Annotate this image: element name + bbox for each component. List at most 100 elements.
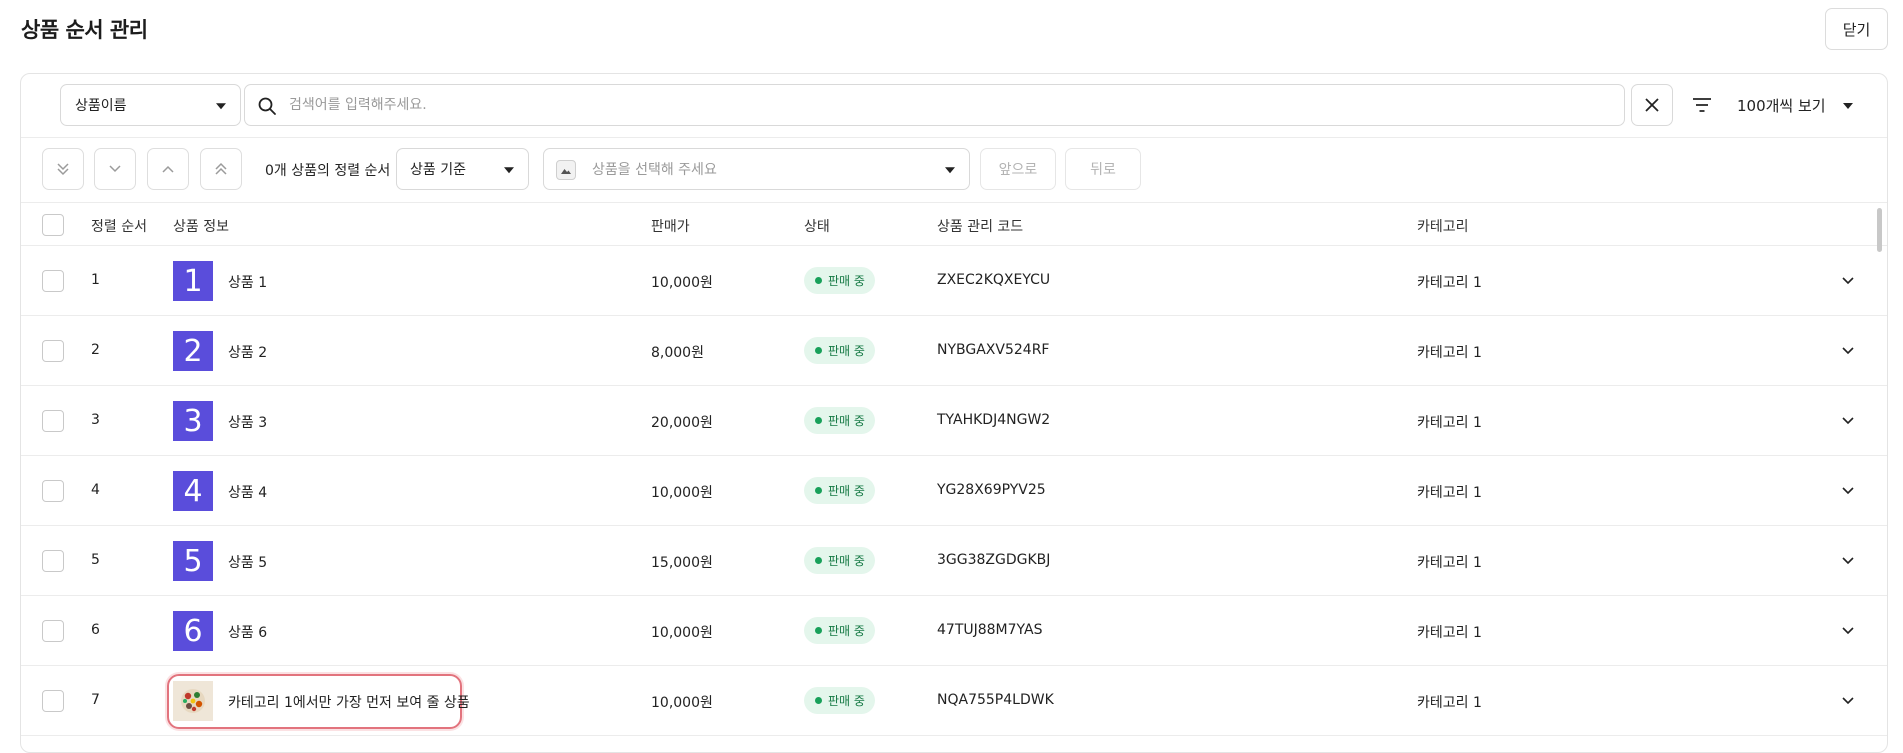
product-order-panel: 상품이름 100개씩 보기 [20,73,1888,753]
chevron-down-icon [1842,277,1854,285]
product-price: 10,000원 [651,275,713,291]
expand-row-button[interactable] [1838,691,1858,711]
chevron-up-icon [162,165,174,173]
status-badge: 판매 중 [804,337,875,364]
move-front-button[interactable]: 앞으로 [980,148,1056,190]
table-header: 정렬 순서 상품 정보 판매가 상태 상품 관리 코드 카테고리 [21,202,1887,246]
table-scrollbar[interactable] [1877,208,1882,252]
search-box[interactable] [244,84,1625,126]
header-sort-order: 정렬 순서 [91,219,147,235]
product-price: 15,000원 [651,555,713,571]
sort-order: 3 [91,412,100,428]
filter-icon [1693,98,1711,112]
product-name: 상품 6 [228,625,268,641]
product-price: 8,000원 [651,345,704,361]
caret-down-icon [945,167,955,174]
caret-down-icon [504,167,514,174]
search-toolbar: 상품이름 100개씩 보기 [21,74,1887,138]
status-badge: 판매 중 [804,477,875,504]
move-back-button[interactable]: 뒤로 [1065,148,1141,190]
row-checkbox[interactable] [42,270,64,292]
row-checkbox[interactable] [42,550,64,572]
product-category: 카테고리 1 [1417,625,1482,641]
filter-button[interactable] [1685,88,1719,122]
move-up-button[interactable] [147,148,189,190]
expand-row-button[interactable] [1838,481,1858,501]
header-product-info: 상품 정보 [173,219,229,235]
row-checkbox[interactable] [42,340,64,362]
expand-row-button[interactable] [1838,551,1858,571]
select-all-checkbox[interactable] [42,214,64,236]
product-price: 10,000원 [651,695,713,711]
close-icon [1645,98,1659,112]
product-price: 10,000원 [651,625,713,641]
status-badge: 판매 중 [804,547,875,574]
product-thumbnail: 2 [173,331,213,371]
chevron-down-icon [1842,697,1854,705]
page-size-select[interactable]: 100개씩 보기 [1737,84,1867,126]
clear-search-button[interactable] [1631,84,1673,126]
sort-basis-select[interactable]: 상품 기준 [396,148,529,190]
status-badge: 판매 중 [804,617,875,644]
product-select[interactable]: 상품을 선택해 주세요 [543,148,970,190]
expand-row-button[interactable] [1838,341,1858,361]
chevron-down-icon [1842,627,1854,635]
caret-down-icon [1843,103,1853,109]
chevron-down-icon [1842,347,1854,355]
table-row[interactable]: 2 2 상품 2 8,000원 판매 중 NYBGAXV524RF 카테고리 1 [21,316,1887,386]
sort-order: 5 [91,552,100,568]
product-category: 카테고리 1 [1417,485,1482,501]
product-price: 20,000원 [651,415,713,431]
sort-basis-value: 상품 기준 [410,162,466,178]
table-row[interactable]: 3 3 상품 3 20,000원 판매 중 TYAHKDJ4NGW2 카테고리 … [21,386,1887,456]
chevron-down-icon [1842,487,1854,495]
product-code: NYBGAXV524RF [937,342,1050,358]
move-to-top-button[interactable] [200,148,242,190]
expand-row-button[interactable] [1838,621,1858,641]
row-checkbox[interactable] [42,480,64,502]
row-checkbox[interactable] [42,410,64,432]
product-code: 47TUJ88M7YAS [937,622,1043,638]
image-icon [556,160,576,180]
double-chevron-down-icon [57,163,69,176]
product-code: YG28X69PYV25 [937,482,1046,498]
product-name: 상품 1 [228,275,268,291]
search-field-value: 상품이름 [75,98,127,114]
product-category: 카테고리 1 [1417,415,1482,431]
product-name: 상품 3 [228,415,268,431]
close-button[interactable]: 닫기 [1825,8,1888,50]
product-code: NQA755P4LDWK [937,692,1054,708]
chevron-down-icon [1842,557,1854,565]
expand-row-button[interactable] [1838,271,1858,291]
sort-count-label: 0개 상품의 정렬 순서 [265,163,391,179]
product-price: 10,000원 [651,485,713,501]
move-to-bottom-button[interactable] [42,148,84,190]
search-field-select[interactable]: 상품이름 [60,84,241,126]
product-thumbnail: 6 [173,611,213,651]
sort-order: 7 [91,692,100,708]
search-input[interactable] [289,95,1589,115]
product-name: 상품 5 [228,555,268,571]
product-code: ZXEC2KQXEYCU [937,272,1051,288]
product-category: 카테고리 1 [1417,275,1482,291]
table-row[interactable]: 7 카테고리 1에서만 가장 먼저 보여 줄 상품 10,000원 판매 중 N… [21,666,1887,736]
product-code: TYAHKDJ4NGW2 [937,412,1051,428]
move-down-button[interactable] [94,148,136,190]
table-row[interactable]: 4 4 상품 4 10,000원 판매 중 YG28X69PYV25 카테고리 … [21,456,1887,526]
double-chevron-up-icon [215,162,227,175]
product-thumbnail: 5 [173,541,213,581]
product-name: 카테고리 1에서만 가장 먼저 보여 줄 상품 [228,695,470,711]
status-badge: 판매 중 [804,687,875,714]
product-photo-thumbnail [173,681,213,721]
sort-order: 2 [91,342,100,358]
sort-order: 6 [91,622,100,638]
table-row[interactable]: 5 5 상품 5 15,000원 판매 중 3GG38ZGDGKBJ 카테고리 … [21,526,1887,596]
row-checkbox[interactable] [42,620,64,642]
sort-order: 1 [91,272,100,288]
sort-toolbar: 0개 상품의 정렬 순서 상품 기준 상품을 선택해 주세요 앞으로 뒤로 [21,138,1887,202]
table-row[interactable]: 1 1 상품 1 10,000원 판매 중 ZXEC2KQXEYCU 카테고리 … [21,246,1887,316]
sort-order: 4 [91,482,100,498]
row-checkbox[interactable] [42,690,64,712]
expand-row-button[interactable] [1838,411,1858,431]
table-row[interactable]: 6 6 상품 6 10,000원 판매 중 47TUJ88M7YAS 카테고리 … [21,596,1887,666]
